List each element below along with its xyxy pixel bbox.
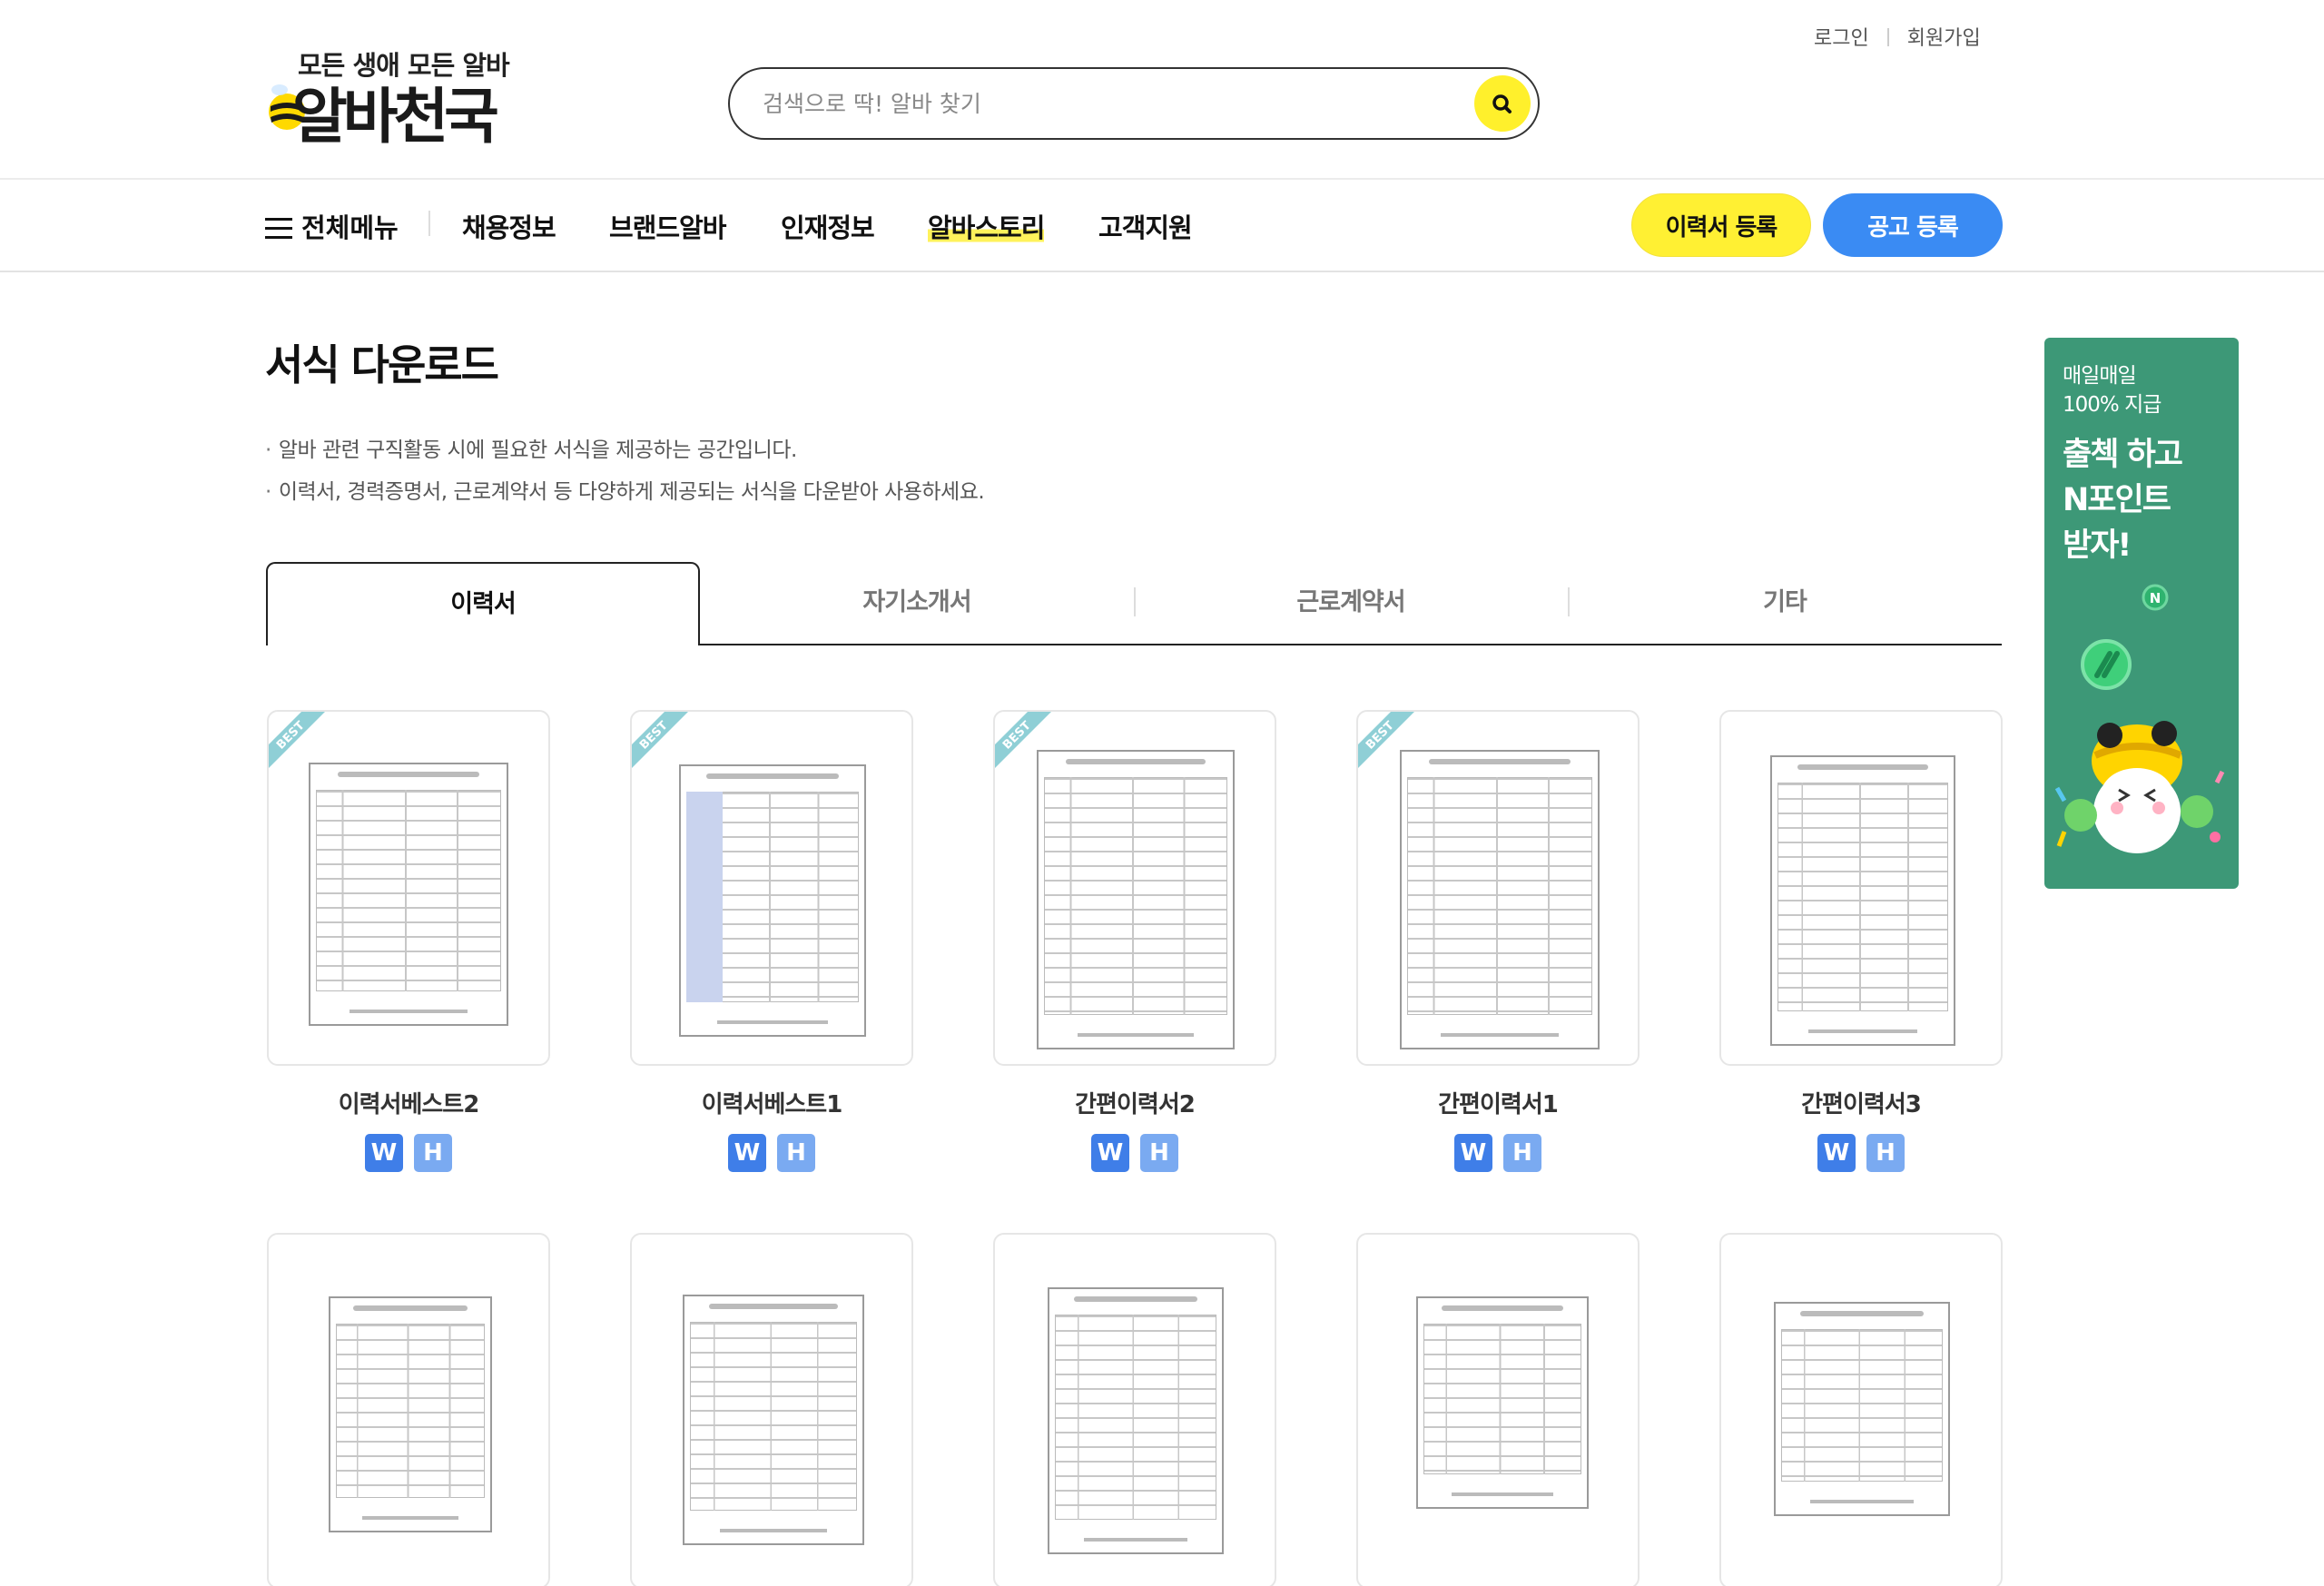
form-thumbnail[interactable] — [630, 1233, 913, 1586]
nav-item-jobs[interactable]: 채용정보 — [462, 207, 556, 245]
register-post-button[interactable]: 공고 등록 — [1823, 193, 2003, 257]
document-preview — [329, 1296, 492, 1532]
download-formats: WH — [267, 1134, 550, 1172]
document-preview — [679, 764, 866, 1037]
register-resume-button[interactable]: 이력서 등록 — [1631, 193, 1811, 257]
form-thumbnail[interactable] — [993, 1233, 1276, 1586]
document-preview — [1048, 1287, 1224, 1554]
form-card: BEST 간편이력서2 W H — [993, 710, 1276, 1172]
word-download-button[interactable]: W — [1454, 1134, 1492, 1172]
tab-resume[interactable]: 이력서 — [266, 562, 700, 645]
best-ribbon: BEST — [1358, 712, 1414, 768]
form-thumbnail[interactable] — [1719, 710, 2003, 1066]
word-download-button[interactable]: W — [728, 1134, 766, 1172]
form-thumbnail[interactable] — [267, 1233, 550, 1586]
document-preview — [1416, 1296, 1589, 1509]
form-card — [630, 1233, 913, 1586]
util-divider — [1886, 28, 1889, 46]
banner-subtitle: 매일매일 100% 지급 — [2063, 364, 2162, 417]
form-title[interactable]: 이력서베스트1 — [630, 1086, 913, 1119]
header-divider — [0, 178, 2324, 180]
form-title[interactable]: 이력서베스트2 — [267, 1086, 550, 1119]
form-thumbnail[interactable] — [1356, 1233, 1640, 1586]
nav-divider — [428, 211, 430, 236]
all-menu-button[interactable]: 전체메뉴 — [265, 207, 399, 245]
form-title[interactable]: 간편이력서3 — [1719, 1086, 2003, 1119]
form-thumbnail[interactable]: BEST — [630, 710, 913, 1066]
search-button[interactable] — [1474, 75, 1531, 132]
document-preview — [683, 1295, 864, 1545]
form-category-tabs: 이력서 자기소개서 근로계약서 기타 — [266, 562, 2002, 645]
search-icon — [1492, 94, 1512, 113]
hwp-download-button[interactable]: H — [777, 1134, 815, 1172]
banner-coin-letter: N — [2150, 590, 2162, 606]
form-title[interactable]: 간편이력서2 — [993, 1086, 1276, 1119]
form-card — [267, 1233, 550, 1586]
all-menu-label: 전체메뉴 — [301, 212, 399, 243]
description-line: 알바 관련 구직활동 시에 필요한 서식을 제공하는 공간입니다. — [265, 432, 797, 463]
form-card — [1719, 1233, 2003, 1586]
search-input[interactable] — [763, 84, 1452, 123]
document-preview — [309, 763, 508, 1026]
nav-item-albastory[interactable]: 알바스토리 — [928, 207, 1045, 245]
best-ribbon: BEST — [269, 712, 325, 768]
logo-name: 알바천국 — [292, 82, 499, 152]
download-formats: WH — [1719, 1134, 2003, 1172]
document-preview — [1400, 750, 1600, 1049]
form-thumbnail[interactable]: BEST — [267, 710, 550, 1066]
hamburger-icon — [265, 218, 292, 240]
login-link[interactable]: 로그인 — [1814, 22, 1869, 51]
form-title[interactable]: 간편이력서1 — [1356, 1086, 1640, 1119]
site-logo[interactable]: 모든 생애 모든 알바 알바천국 — [265, 41, 537, 152]
word-download-button[interactable]: W — [1091, 1134, 1129, 1172]
download-formats: WH — [1356, 1134, 1640, 1172]
util-menu: 로그인 회원가입 — [1814, 22, 1981, 51]
hwp-download-button[interactable]: H — [414, 1134, 452, 1172]
signup-link[interactable]: 회원가입 — [1907, 22, 1981, 51]
form-card: BEST 간편이력서1 W H — [1356, 710, 1640, 1172]
best-ribbon: BEST — [632, 712, 688, 768]
hwp-download-button[interactable]: H — [1866, 1134, 1905, 1172]
nav-divider-line — [0, 271, 2324, 272]
nav-item-support[interactable]: 고객지원 — [1098, 207, 1193, 245]
word-download-button[interactable]: W — [1817, 1134, 1856, 1172]
download-formats: WH — [630, 1134, 913, 1172]
bee-mascot-illustration: N — [2054, 584, 2225, 853]
form-thumbnail[interactable]: BEST — [1356, 710, 1640, 1066]
best-ribbon: BEST — [995, 712, 1051, 768]
form-card — [993, 1233, 1276, 1586]
form-thumbnail[interactable]: BEST — [993, 710, 1276, 1066]
tab-etc[interactable]: 기타 — [1568, 562, 2002, 645]
document-preview — [1770, 755, 1955, 1046]
nav-item-talent[interactable]: 인재정보 — [781, 207, 875, 245]
tab-self-intro[interactable]: 자기소개서 — [700, 562, 1134, 645]
description-line: 이력서, 경력증명서, 근로계약서 등 다양하게 제공되는 서식을 다운받아 사… — [265, 474, 985, 505]
nav-item-brand[interactable]: 브랜드알바 — [609, 207, 726, 245]
site-header: 모든 생애 모든 알바 알바천국 로그인 회원가입 — [0, 0, 2324, 179]
search-bar — [728, 67, 1540, 140]
attendance-banner[interactable]: 매일매일 100% 지급 출첵 하고 N포인트 받자! N — [2044, 338, 2239, 889]
page-title: 서식 다운로드 — [265, 340, 499, 389]
form-card — [1356, 1233, 1640, 1586]
word-download-button[interactable]: W — [365, 1134, 403, 1172]
download-formats: WH — [993, 1134, 1276, 1172]
form-card: 간편이력서3 W H — [1719, 710, 2003, 1172]
form-thumbnail[interactable] — [1719, 1233, 2003, 1586]
banner-headline: 출첵 하고 N포인트 받자! — [2063, 437, 2183, 564]
document-preview — [1037, 750, 1235, 1049]
tab-labor-contract[interactable]: 근로계약서 — [1134, 562, 1568, 645]
hwp-download-button[interactable]: H — [1503, 1134, 1541, 1172]
hwp-download-button[interactable]: H — [1140, 1134, 1178, 1172]
document-preview — [1774, 1302, 1950, 1516]
form-card: BEST 이력서베스트2 W H — [267, 710, 550, 1172]
form-card: BEST 이력서베스트1 W H — [630, 710, 913, 1172]
